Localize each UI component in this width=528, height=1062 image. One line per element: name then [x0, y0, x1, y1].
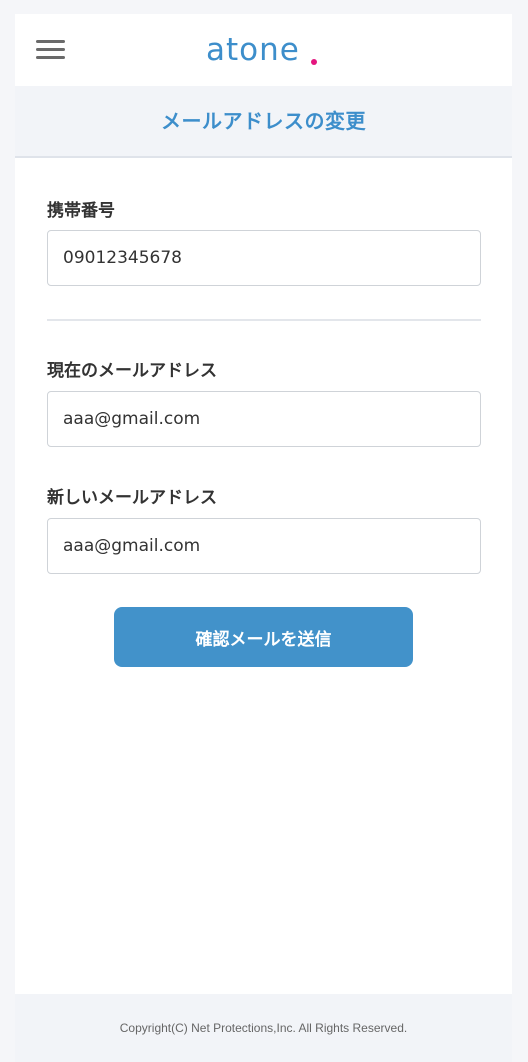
menu-bar-top — [36, 40, 65, 43]
menu-bar-middle — [36, 48, 65, 51]
new-email-label: 新しいメールアドレス — [47, 488, 217, 508]
send-confirmation-email-button[interactable]: 確認メールを送信 — [114, 607, 413, 667]
new-email-field[interactable] — [47, 518, 481, 574]
app-frame: atone メールアドレスの変更 携帯番号 現在のメールアドレス 新しいメールア… — [15, 14, 512, 1062]
header: atone — [15, 14, 512, 86]
current-email-field[interactable] — [47, 391, 481, 447]
footer: Copyright(C) Net Protections,Inc. All Ri… — [15, 994, 512, 1062]
copyright-text: Copyright(C) Net Protections,Inc. All Ri… — [119, 1021, 408, 1035]
page-title: メールアドレスの変更 — [161, 109, 366, 133]
current-email-label: 現在のメールアドレス — [47, 361, 217, 381]
atone-logo[interactable]: atone — [206, 32, 320, 68]
logo-text: atone — [206, 32, 300, 68]
hamburger-menu-icon[interactable] — [36, 40, 65, 60]
phone-field[interactable] — [47, 230, 481, 286]
section-divider — [47, 319, 481, 321]
phone-label: 携帯番号 — [47, 201, 115, 221]
page-title-bar: メールアドレスの変更 — [15, 86, 512, 158]
menu-bar-bottom — [36, 56, 65, 59]
logo-dot — [311, 59, 317, 65]
